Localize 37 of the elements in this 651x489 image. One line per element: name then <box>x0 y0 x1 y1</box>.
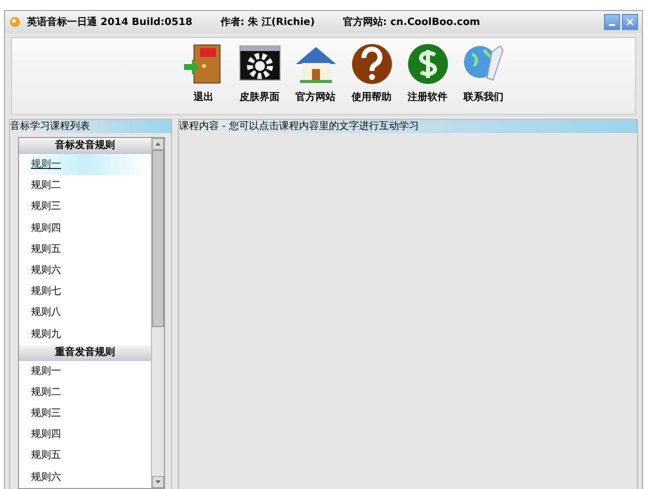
author-text: 作者: 朱 江(Richie) <box>220 16 315 29</box>
lesson-item[interactable]: 规则五 <box>19 238 151 260</box>
lesson-item[interactable]: 规则六 <box>19 466 151 488</box>
toolbar-button[interactable]: 注册软件 <box>402 38 452 108</box>
lesson-item[interactable]: 规则四 <box>19 424 151 446</box>
dollar-icon <box>406 42 450 86</box>
lesson-item[interactable]: 规则三 <box>19 403 151 424</box>
close-button[interactable] <box>622 14 638 30</box>
lesson-item[interactable]: 规则九 <box>19 324 151 345</box>
toolbar-button[interactable]: 使用帮助 <box>346 38 396 108</box>
scroll-down-icon[interactable] <box>152 476 164 488</box>
group-header[interactable]: 重音发音规则 <box>19 344 151 361</box>
panel-title: 课程内容 - 您可以点击课程内容里的文字进行互动学习 <box>179 120 637 133</box>
lesson-item[interactable]: 规则五 <box>19 445 151 467</box>
lesson-item[interactable]: 规则三 <box>19 196 151 218</box>
app-logo-icon <box>9 16 21 28</box>
toolbar-button[interactable]: 官方网站 <box>290 38 340 108</box>
toolbar-button[interactable]: 皮肤界面 <box>234 38 284 108</box>
lesson-item[interactable]: 规则七 <box>19 281 151 302</box>
website-text: 官方网站: cn.CoolBoo.com <box>342 15 480 29</box>
scrollbar[interactable] <box>151 138 164 488</box>
group-header[interactable]: 音标发音规则 <box>19 138 151 154</box>
minimize-icon <box>609 24 615 26</box>
lesson-item[interactable]: 规则一 <box>19 360 151 382</box>
panel-title: 音标学习课程列表 <box>10 120 171 133</box>
minimize-button[interactable] <box>604 14 620 30</box>
lesson-item[interactable]: 规则八 <box>19 302 151 324</box>
close-icon <box>625 17 635 27</box>
help-icon <box>350 42 394 86</box>
toolbar-button[interactable]: 退出 <box>178 38 228 108</box>
lesson-item[interactable]: 规则二 <box>19 175 151 196</box>
lesson-item[interactable]: 规则二 <box>19 382 151 404</box>
lesson-item[interactable]: 规则四 <box>19 218 151 239</box>
scroll-up-icon[interactable] <box>152 138 164 150</box>
lesson-item[interactable]: 规则六 <box>19 260 151 282</box>
toolbar-button[interactable]: 联系我们 <box>458 38 508 108</box>
window-title: 英语音标一日通 2014 Build:0518 <box>27 15 192 29</box>
